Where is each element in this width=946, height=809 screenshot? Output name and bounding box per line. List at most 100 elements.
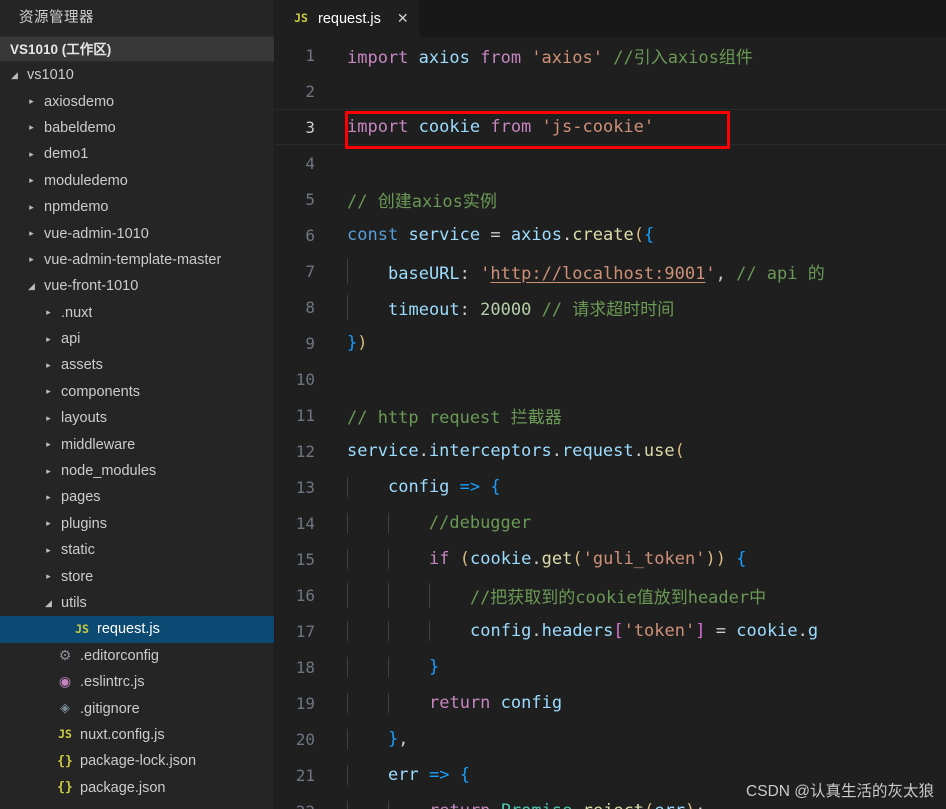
- code-line-content[interactable]: //把获取到的cookie值放到header中: [337, 582, 946, 608]
- code-line[interactable]: 10: [275, 361, 946, 397]
- file-tree-item[interactable]: vue-admin-1010: [0, 220, 274, 246]
- chevron-right-icon[interactable]: [25, 176, 38, 185]
- code-line-content[interactable]: //debugger: [337, 513, 946, 533]
- code-line-content[interactable]: return Promise.reject(err);: [337, 801, 946, 809]
- code-line-content[interactable]: baseURL: 'http://localhost:9001', // api…: [337, 258, 946, 284]
- code-line-content[interactable]: err => {: [337, 765, 946, 785]
- file-tree-item[interactable]: plugins: [0, 511, 274, 537]
- code-line-content[interactable]: import axios from 'axios' //引入axios组件: [337, 43, 946, 68]
- close-icon[interactable]: ✕: [397, 12, 409, 26]
- code-line[interactable]: 4: [275, 145, 946, 181]
- code-line-content[interactable]: if (cookie.get('guli_token')) {: [337, 549, 946, 569]
- chevron-right-icon[interactable]: [42, 361, 55, 370]
- file-tree-item[interactable]: ⚙ .editorconfig: [0, 643, 274, 669]
- file-tree-item[interactable]: vue-admin-template-master: [0, 247, 274, 273]
- file-tree-item[interactable]: vs1010: [0, 62, 274, 88]
- code-line-content[interactable]: config => {: [337, 477, 946, 497]
- chevron-right-icon[interactable]: [42, 308, 55, 317]
- code-line[interactable]: 2: [275, 73, 946, 109]
- file-tree-item[interactable]: ◉ .eslintrc.js: [0, 669, 274, 695]
- code-line-content[interactable]: const service = axios.create({: [337, 225, 946, 245]
- code-line-content[interactable]: // http request 拦截器: [337, 403, 946, 428]
- code-line[interactable]: 5 // 创建axios实例: [275, 181, 946, 217]
- file-tree-item[interactable]: utils: [0, 590, 274, 616]
- code-line-content[interactable]: timeout: 20000 // 请求超时时间: [337, 294, 946, 320]
- file-tree-item[interactable]: .nuxt: [0, 300, 274, 326]
- code-line-content[interactable]: service.interceptors.request.use(: [337, 441, 946, 461]
- chevron-right-icon[interactable]: [25, 150, 38, 159]
- chevron-right-icon[interactable]: [42, 546, 55, 555]
- chevron-right-icon[interactable]: [42, 387, 55, 396]
- code-line[interactable]: 6 const service = axios.create({: [275, 217, 946, 253]
- file-tree-item[interactable]: demo1: [0, 141, 274, 167]
- file-tree-item[interactable]: {} package-lock.json: [0, 748, 274, 774]
- chevron-right-icon[interactable]: [42, 414, 55, 423]
- file-tree-item[interactable]: ◈ .gitignore: [0, 695, 274, 721]
- chevron-right-icon[interactable]: [25, 255, 38, 264]
- file-tree-item[interactable]: api: [0, 326, 274, 352]
- code-line-content[interactable]: }: [337, 657, 946, 677]
- chevron-down-icon[interactable]: [25, 282, 38, 291]
- file-tree-item[interactable]: babeldemo: [0, 115, 274, 141]
- file-tree-item[interactable]: components: [0, 379, 274, 405]
- file-tree-item[interactable]: vue-front-1010: [0, 273, 274, 299]
- file-tree-item[interactable]: node_modules: [0, 458, 274, 484]
- code-line[interactable]: 1 import axios from 'axios' //引入axios组件: [275, 37, 946, 73]
- code-editor[interactable]: CSDN @认真生活的灰太狼 1 import axios from 'axios…: [275, 37, 946, 809]
- line-number: 14: [295, 513, 315, 533]
- code-line[interactable]: 11 // http request 拦截器: [275, 397, 946, 433]
- file-tree-item-selected[interactable]: JS request.js: [0, 616, 274, 643]
- code-line[interactable]: 20 },: [275, 721, 946, 757]
- code-line-content[interactable]: }): [337, 333, 946, 353]
- chevron-right-icon[interactable]: [25, 97, 38, 106]
- code-line[interactable]: 21 err => {: [275, 757, 946, 793]
- file-tree-item[interactable]: pages: [0, 484, 274, 510]
- code-line[interactable]: 3 import cookie from 'js-cookie': [275, 109, 946, 145]
- chevron-right-icon[interactable]: [42, 440, 55, 449]
- file-tree-item[interactable]: {} package.json: [0, 775, 274, 801]
- indent-guide: [347, 621, 348, 641]
- code-line[interactable]: 14 //debugger: [275, 505, 946, 541]
- file-tree-item[interactable]: store: [0, 563, 274, 589]
- tab-request-js[interactable]: JS request.js ✕: [275, 0, 420, 37]
- chevron-right-icon[interactable]: [42, 335, 55, 344]
- workspace-section-header[interactable]: VS1010 (工作区): [0, 36, 274, 62]
- chevron-right-icon[interactable]: [42, 519, 55, 528]
- chevron-right-icon[interactable]: [42, 467, 55, 476]
- code-line[interactable]: 12 service.interceptors.request.use(: [275, 433, 946, 469]
- chevron-right-icon[interactable]: [42, 572, 55, 581]
- file-tree-item[interactable]: middleware: [0, 431, 274, 457]
- file-tree-item[interactable]: layouts: [0, 405, 274, 431]
- code-line-content[interactable]: // 创建axios实例: [337, 187, 946, 212]
- chevron-right-icon[interactable]: [25, 203, 38, 212]
- chevron-down-icon[interactable]: [42, 599, 55, 608]
- chevron-right-icon[interactable]: [25, 123, 38, 132]
- indent-guide: [347, 258, 348, 284]
- file-tree-item[interactable]: JS nuxt.config.js: [0, 722, 274, 748]
- line-number: 20: [295, 729, 315, 749]
- code-line-content[interactable]: import cookie from 'js-cookie': [337, 117, 946, 137]
- file-tree-item[interactable]: static: [0, 537, 274, 563]
- chevron-right-icon[interactable]: [42, 493, 55, 502]
- editor-tabbar: JS request.js ✕: [275, 0, 946, 37]
- code-line[interactable]: 9}): [275, 325, 946, 361]
- code-line[interactable]: 7 baseURL: 'http://localhost:9001', // a…: [275, 253, 946, 289]
- code-line[interactable]: 16 //把获取到的cookie值放到header中: [275, 577, 946, 613]
- chevron-right-icon[interactable]: [25, 229, 38, 238]
- code-line[interactable]: 15 if (cookie.get('guli_token')) {: [275, 541, 946, 577]
- file-tree-item[interactable]: moduledemo: [0, 168, 274, 194]
- code-line[interactable]: 8 timeout: 20000 // 请求超时时间: [275, 289, 946, 325]
- file-tree[interactable]: vs1010 axiosdemo babeldemo demo1 moduledemo n…: [0, 62, 274, 809]
- code-line-content[interactable]: },: [337, 729, 946, 749]
- file-tree-item[interactable]: npmdemo: [0, 194, 274, 220]
- code-line[interactable]: 18 }: [275, 649, 946, 685]
- code-line[interactable]: 19 return config: [275, 685, 946, 721]
- chevron-down-icon[interactable]: [8, 71, 21, 80]
- code-line-content[interactable]: config.headers['token'] = cookie.g: [337, 621, 946, 641]
- code-line-content[interactable]: return config: [337, 693, 946, 713]
- file-tree-item[interactable]: axiosdemo: [0, 88, 274, 114]
- file-tree-item[interactable]: assets: [0, 352, 274, 378]
- code-line[interactable]: 17 config.headers['token'] = cookie.g: [275, 613, 946, 649]
- code-line[interactable]: 22 return Promise.reject(err);: [275, 793, 946, 809]
- code-line[interactable]: 13 config => {: [275, 469, 946, 505]
